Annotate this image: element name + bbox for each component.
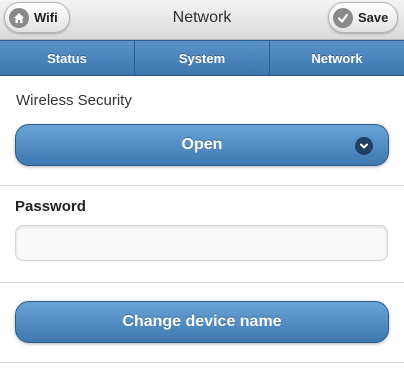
- save-button[interactable]: Save: [328, 2, 398, 33]
- divider: [0, 362, 404, 363]
- tab-network[interactable]: Network: [270, 41, 404, 75]
- change-device-name-label: Change device name: [122, 313, 282, 330]
- tab-system[interactable]: System: [135, 41, 270, 75]
- divider: [0, 282, 404, 283]
- password-label: Password: [15, 198, 86, 215]
- chevron-down-icon: [355, 137, 373, 155]
- header-bar: Wifi Network Save: [0, 0, 404, 40]
- divider: [0, 185, 404, 186]
- wireless-security-label: Wireless Security: [16, 92, 132, 109]
- tab-bar: Status System Network: [0, 40, 404, 76]
- wireless-security-value: Open: [181, 136, 223, 153]
- password-field[interactable]: [15, 225, 388, 261]
- check-icon: [333, 7, 353, 28]
- change-device-name-button[interactable]: Change device name: [15, 301, 389, 343]
- tab-status[interactable]: Status: [0, 41, 135, 75]
- wireless-security-select[interactable]: Open: [15, 124, 389, 166]
- save-label: Save: [358, 10, 389, 25]
